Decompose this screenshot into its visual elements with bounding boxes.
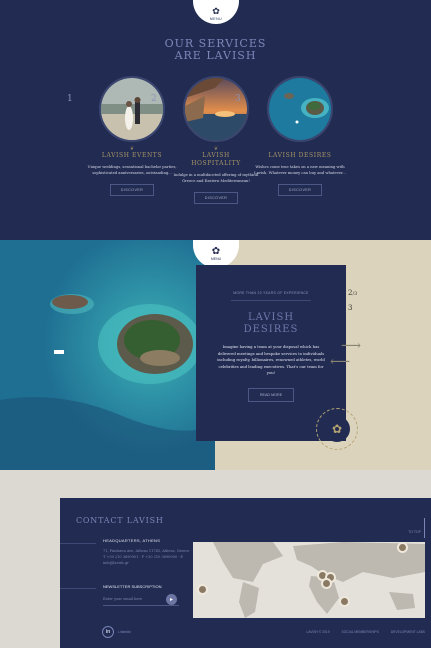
- lotus-seal-icon: ✿: [324, 416, 350, 442]
- page-total: /3: [352, 291, 358, 297]
- location-pin-icon[interactable]: [397, 542, 408, 553]
- linkedin-label[interactable]: LinkedIn: [118, 630, 131, 634]
- prev-arrow-icon[interactable]: ⟵: [330, 354, 350, 370]
- service-number: 2: [151, 94, 157, 104]
- aerial-sea-photo: [0, 240, 215, 470]
- service-name: LAVISH DESIRES: [245, 152, 355, 160]
- menu-label: MENU: [209, 17, 223, 21]
- desires-section: ✿ MENU MORE THAN 20 YEARS OF EXPERIENCE …: [0, 240, 431, 470]
- experience-eyebrow: MORE THAN 20 YEARS OF EXPERIENCE: [233, 291, 309, 295]
- divider: [60, 543, 96, 544]
- yacht-sunset-photo[interactable]: [183, 76, 249, 142]
- location-pin-icon[interactable]: [339, 596, 350, 607]
- subscribe-arrow-button[interactable]: ▸: [166, 594, 177, 605]
- discover-button[interactable]: DISCOVER: [193, 192, 239, 204]
- service-name-line1: LAVISH DESIRES: [268, 152, 332, 159]
- menu-label: MENU: [210, 257, 222, 261]
- lotus-logo-icon: ✿: [212, 7, 220, 17]
- discover-button[interactable]: DISCOVER: [109, 184, 155, 196]
- service-number: 3: [235, 94, 241, 104]
- desires-title-line2: DESIRES: [243, 324, 299, 335]
- divider: [60, 588, 96, 589]
- location-pin-icon[interactable]: [321, 578, 332, 589]
- hq-label: HEADQUARTERS, ATHENS: [103, 538, 161, 543]
- footer-bar: in LinkedIn LAVISH © 2019 SOCIAL MEMBERS…: [60, 624, 431, 648]
- read-more-button[interactable]: READ MORE: [247, 387, 295, 402]
- to-top-line: [424, 518, 425, 538]
- footer-link[interactable]: DEVELOPMENT LABS: [391, 630, 425, 634]
- slide-pager: 2/3 3: [348, 286, 357, 315]
- service-number: 1: [67, 94, 73, 104]
- page-next[interactable]: 3: [348, 301, 357, 315]
- desires-title: LAVISH DESIRES: [196, 312, 346, 336]
- next-arrow-icon[interactable]: ⟶: [341, 338, 361, 354]
- newsletter-label: NEWSLETTER SUBSCRIPTION: [103, 584, 162, 589]
- location-pin-icon[interactable]: [197, 584, 208, 595]
- linkedin-icon[interactable]: in: [102, 626, 114, 638]
- desires-text: Imagine having a team at your disposal w…: [217, 344, 325, 376]
- contact-title: CONTACT LAVISH: [76, 516, 164, 525]
- service-card-desires: 3 LAVISH DESIRES Wishes come true takes …: [235, 76, 355, 196]
- footer-link[interactable]: SOCIAL MEMBERSHIPS: [342, 630, 379, 634]
- services-title: OUR SERVICES ARE LAVISH: [0, 38, 431, 62]
- island-aerial-photo[interactable]: [267, 76, 333, 142]
- hq-address: 71, Pindarou Ave, Athens 11745, Athens, …: [103, 549, 192, 565]
- lotus-logo-icon: ✿: [211, 246, 221, 257]
- services-title-line2: ARE LAVISH: [174, 49, 257, 62]
- footer-copyright: LAVISH © 2019: [306, 630, 330, 634]
- divider: [231, 300, 311, 301]
- contact-section: CONTACT LAVISH TO TOP HEADQUARTERS, ATHE…: [60, 498, 431, 648]
- services-section: ✿ MENU OUR SERVICES ARE LAVISH 1 ❦ LAVIS…: [0, 0, 431, 240]
- to-top-link[interactable]: TO TOP: [408, 530, 421, 534]
- world-map[interactable]: [193, 542, 425, 618]
- seal-badge: ✿: [316, 408, 358, 450]
- service-desc: Wishes come true takes on a new meaning …: [254, 165, 346, 175]
- wedding-photo[interactable]: [99, 76, 165, 142]
- desires-title-line1: LAVISH: [247, 312, 295, 323]
- discover-button[interactable]: DISCOVER: [277, 184, 323, 196]
- footer-links: LAVISH © 2019 SOCIAL MEMBERSHIPS DEVELOP…: [306, 630, 425, 634]
- menu-button[interactable]: ✿ MENU: [193, 0, 239, 24]
